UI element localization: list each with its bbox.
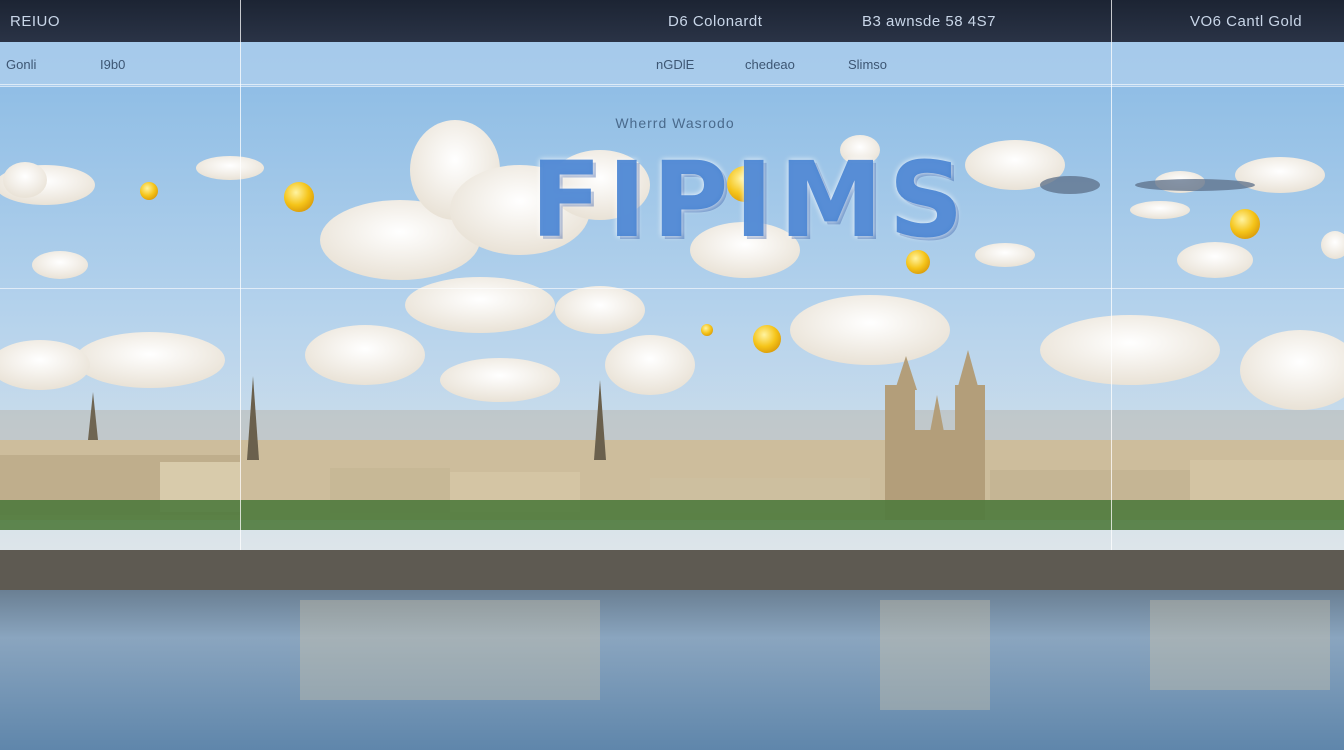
top-bar-left-label: REIUO <box>10 12 61 30</box>
sub-bar-center-label-3: Slimso <box>848 56 888 72</box>
banner-subtitle: Wherrd Wasrodo <box>615 115 735 131</box>
top-bar-right-label: VO6 Cantl Gold <box>1190 12 1303 30</box>
top-bar: REIUO D6 Colonardt B3 awnsde 58 4S7 VO6 … <box>0 0 1344 42</box>
embankment <box>0 550 1344 590</box>
sub-bar-left-label-2: I9b0 <box>100 56 126 72</box>
river <box>0 590 1344 750</box>
grid-line-horizontal-top <box>0 84 1344 85</box>
tree-line <box>0 500 1344 530</box>
top-bar-center-label-1: D6 Colonardt <box>668 12 763 30</box>
grid-line-horizontal-middle <box>0 288 1344 289</box>
sub-bar-center-label-1: nGDlE <box>656 56 695 72</box>
sub-bar: Gonli I9b0 nGDlE chedeao Slimso <box>0 42 1344 87</box>
sub-bar-left-label-1: Gonli <box>6 56 37 72</box>
top-bar-center-label-2: B3 awnsde 58 4S7 <box>862 12 996 30</box>
grid-line-vertical-right <box>1111 0 1112 550</box>
sub-bar-center-label-2: chedeao <box>745 56 795 72</box>
scene: REIUO D6 Colonardt B3 awnsde 58 4S7 VO6 … <box>0 0 1344 750</box>
far-haze <box>0 410 1344 440</box>
banner-title: FIPIMS <box>530 139 970 261</box>
grid-line-vertical-left <box>240 0 241 550</box>
